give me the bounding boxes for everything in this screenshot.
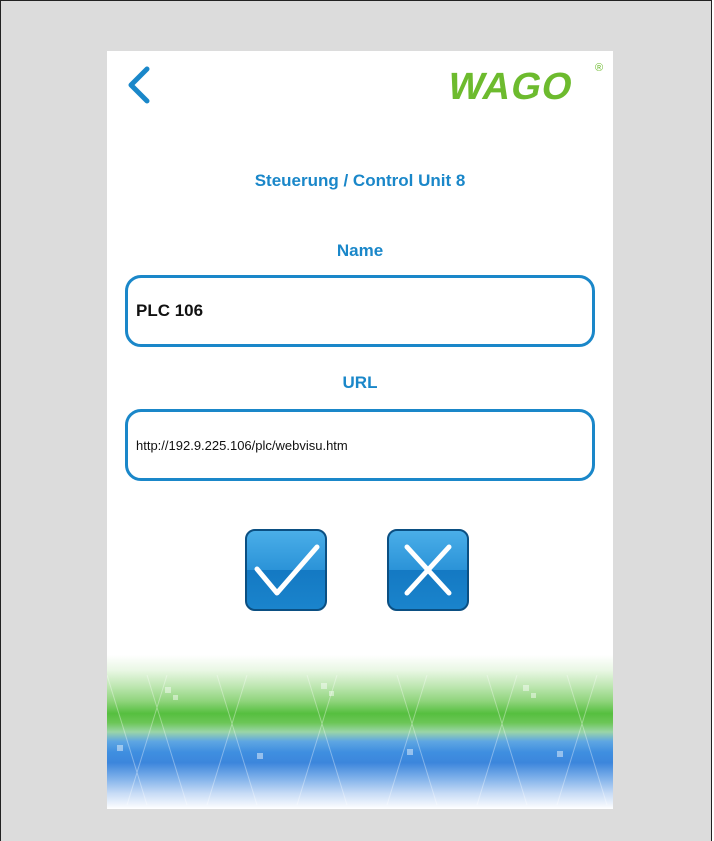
chevron-left-icon [128, 66, 150, 104]
cancel-button[interactable] [387, 529, 469, 611]
url-label: URL [342, 373, 378, 392]
name-label: Name [336, 241, 384, 260]
wago-logo: WAGO ® [437, 57, 607, 109]
page-title: Steuerung / Control Unit 8 [254, 171, 466, 190]
registered-mark: ® [595, 62, 603, 74]
close-icon [404, 544, 452, 596]
app-screen: WAGO ® Steuerung / Control Unit 8 Name P… [107, 51, 613, 809]
name-field[interactable]: PLC 106 [125, 275, 595, 347]
app-frame: WAGO ® Steuerung / Control Unit 8 Name P… [0, 0, 712, 841]
url-field[interactable]: http://192.9.225.106/plc/webvisu.htm [125, 409, 595, 481]
back-button[interactable] [119, 63, 159, 107]
decorative-footer [107, 655, 613, 809]
checkmark-icon [254, 544, 320, 596]
confirm-button[interactable] [245, 529, 327, 611]
logo-text: WAGO [444, 65, 577, 108]
